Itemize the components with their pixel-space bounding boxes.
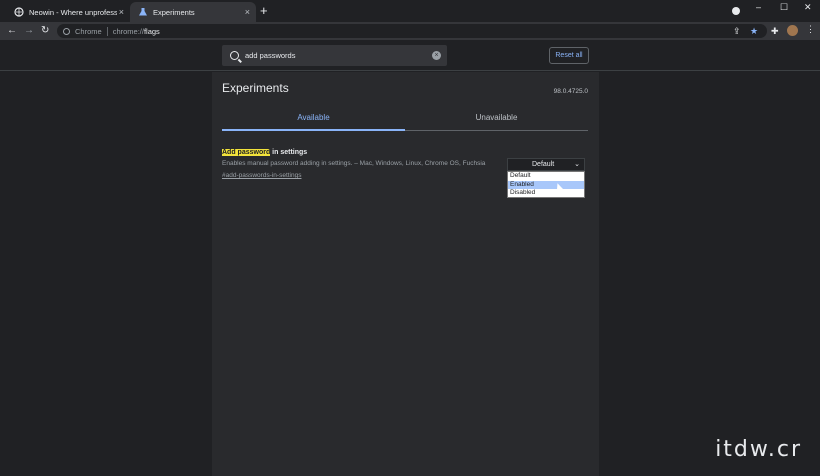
share-icon[interactable]: ⇪ — [733, 25, 741, 37]
bookmark-star-icon[interactable]: ★ — [750, 25, 758, 37]
clear-search-icon[interactable]: × — [432, 51, 441, 60]
search-icon — [230, 51, 239, 60]
search-input[interactable]: add passwords × — [222, 45, 447, 66]
experiments-panel: Experiments 98.0.4725.0 Available Unavai… — [212, 72, 599, 476]
site-label: Chrome — [75, 26, 102, 36]
neowin-favicon-icon — [14, 7, 24, 17]
browser-window: { "tabs": [ {"title": "Neowin - Where un… — [0, 0, 820, 476]
tab-strip: Neowin - Where unprofessional × Experime… — [0, 0, 820, 22]
version-label: 98.0.4725.0 — [553, 88, 588, 95]
experiments-tabs: Available Unavailable — [222, 106, 588, 131]
tab-neowin[interactable]: Neowin - Where unprofessional × — [6, 2, 130, 22]
flag-anchor-link[interactable]: #add-passwords-in-settings — [222, 172, 301, 179]
close-tab-icon[interactable]: × — [119, 7, 124, 17]
url-path: flags — [143, 26, 160, 36]
page-title: Experiments — [222, 81, 289, 95]
new-tab-button[interactable]: + — [260, 4, 268, 18]
close-window-button[interactable]: ✕ — [804, 2, 812, 13]
tab-available[interactable]: Available — [222, 113, 405, 122]
option-default[interactable]: Default — [508, 172, 584, 181]
divider — [106, 26, 108, 36]
option-enabled[interactable]: Enabled — [508, 180, 584, 189]
tab-title: Experiments — [153, 7, 195, 17]
address-bar[interactable]: Chrome chrome:// flags — [57, 24, 767, 38]
maximize-button[interactable]: ☐ — [780, 2, 788, 13]
tab-experiments[interactable]: Experiments × — [130, 2, 256, 22]
flag-state-select[interactable]: Default ⌄ — [507, 158, 585, 171]
flag-title: Add password in settings — [222, 149, 307, 156]
minimize-button[interactable]: – — [756, 2, 761, 12]
url-scheme: chrome:// — [112, 26, 144, 36]
flags-header: add passwords × Reset all — [0, 40, 820, 71]
reload-button[interactable]: ↻ — [41, 24, 49, 38]
toolbar: ← → ↻ Chrome chrome:// flags ⇪ ★ ✚ — [0, 22, 820, 40]
profile-indicator-icon[interactable] — [732, 7, 740, 15]
site-info-icon[interactable] — [63, 27, 70, 35]
menu-kebab-icon[interactable]: ⋮ — [806, 24, 815, 35]
active-tab-indicator — [222, 129, 405, 131]
watermark: itdw.cr — [715, 437, 802, 462]
chevron-down-icon: ⌄ — [574, 161, 580, 168]
select-dropdown: Default Enabled Disabled — [507, 171, 585, 198]
option-disabled[interactable]: Disabled — [508, 189, 584, 198]
flask-icon — [138, 7, 148, 17]
search-match-highlight: Add password — [222, 149, 271, 156]
avatar[interactable] — [787, 25, 798, 36]
flag-title-rest: in settings — [270, 149, 308, 156]
tab-title: Neowin - Where unprofessional — [29, 7, 117, 17]
flag-description: Enables manual password adding in settin… — [222, 160, 486, 167]
back-button[interactable]: ← — [7, 24, 17, 38]
tab-unavailable[interactable]: Unavailable — [405, 113, 588, 122]
forward-button[interactable]: → — [24, 24, 34, 38]
close-tab-icon[interactable]: × — [245, 7, 250, 17]
reset-all-button[interactable]: Reset all — [549, 47, 589, 64]
extensions-puzzle-icon[interactable]: ✚ — [771, 25, 779, 37]
search-value: add passwords — [245, 51, 296, 60]
select-value: Default — [532, 161, 555, 168]
